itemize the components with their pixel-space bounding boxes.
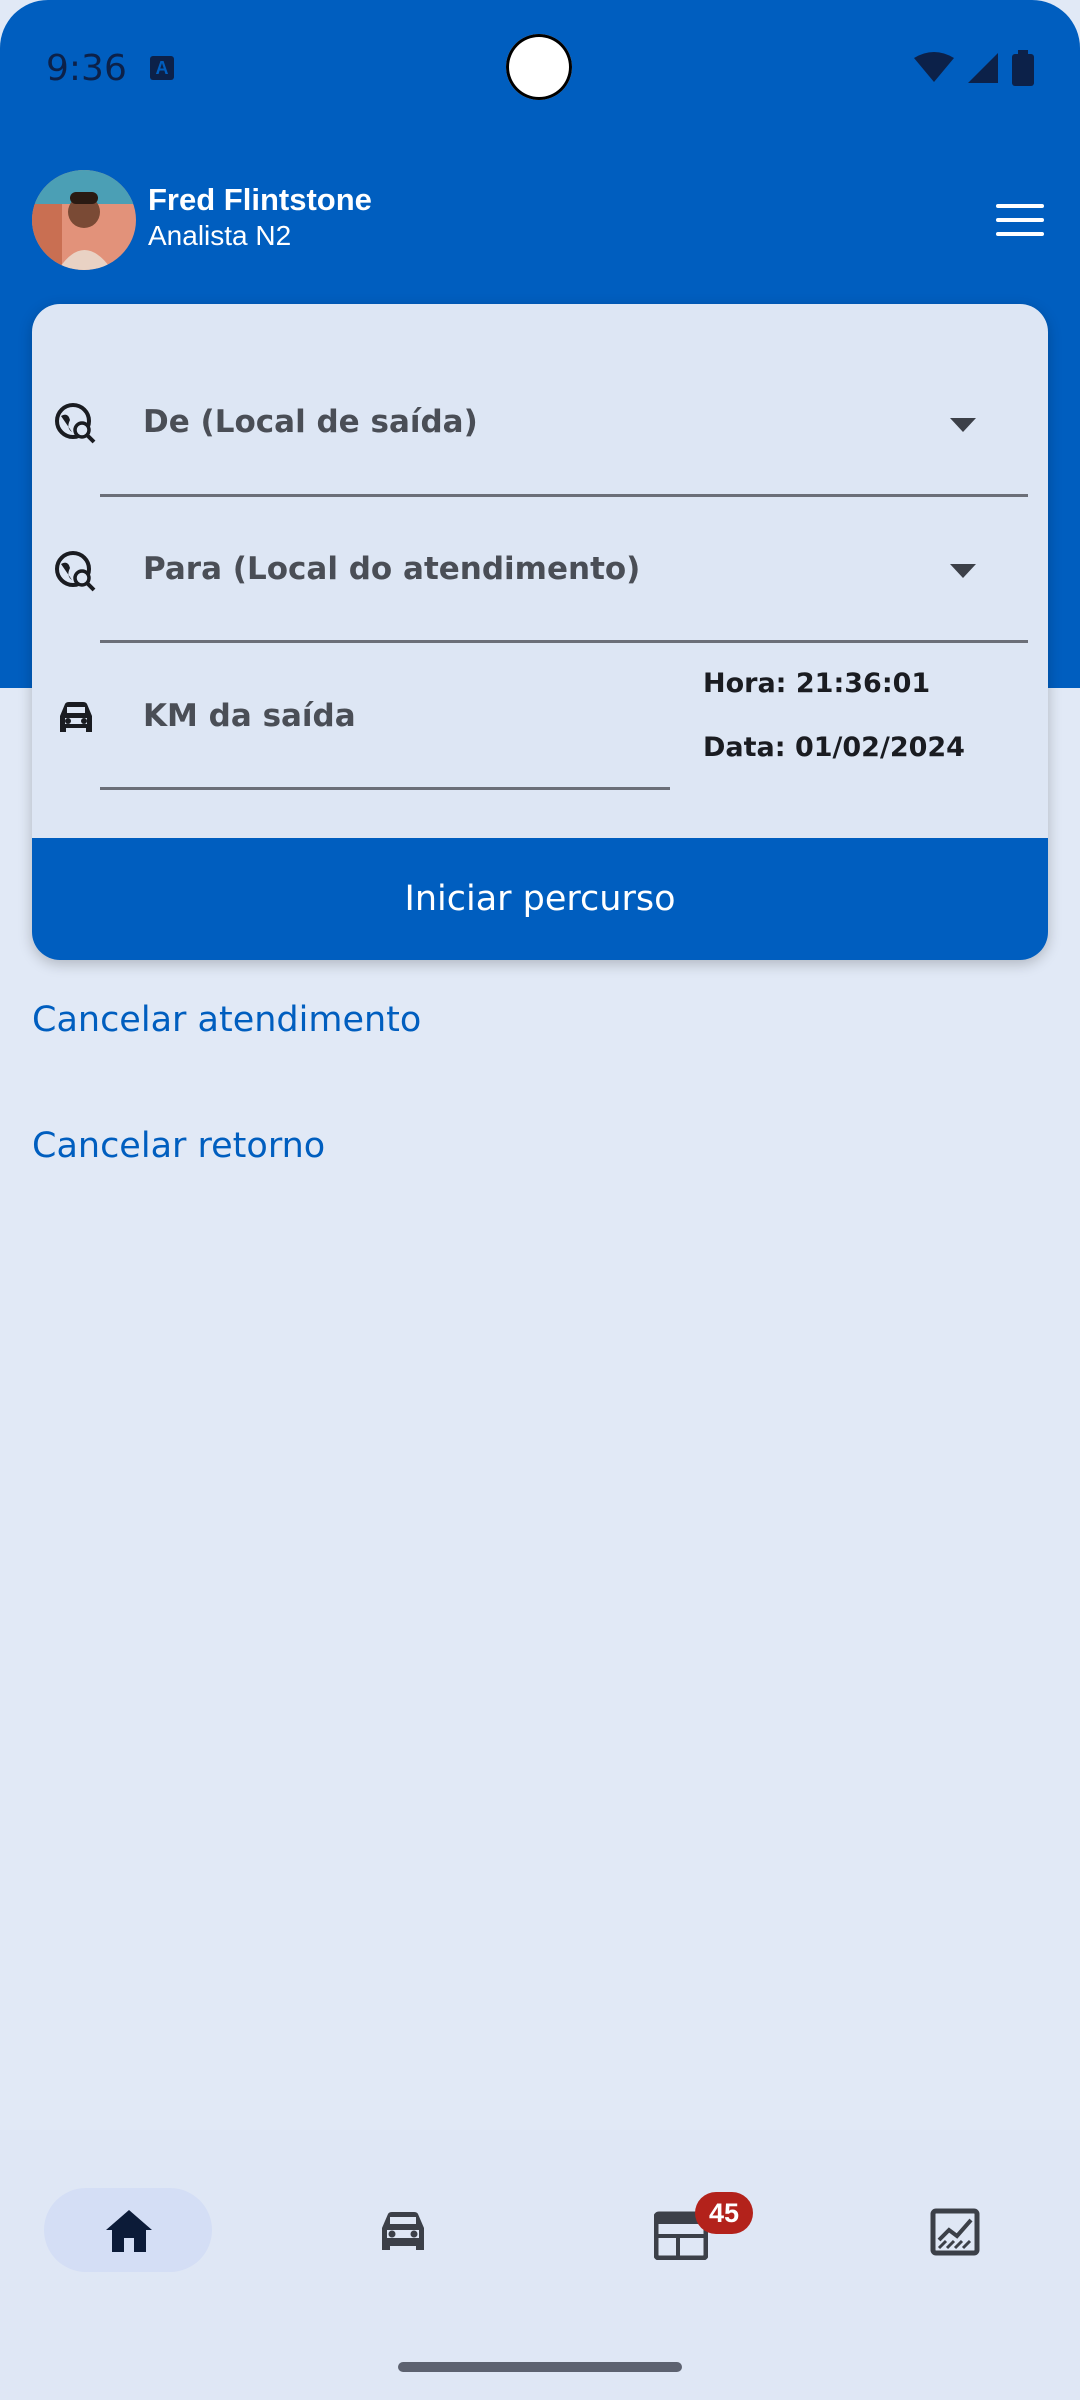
from-underline	[100, 494, 1028, 497]
chart-icon	[930, 2208, 980, 2256]
chevron-down-icon[interactable]	[950, 564, 976, 578]
nav-trips[interactable]	[318, 2188, 486, 2272]
from-location-select[interactable]: De (Local de saída)	[143, 404, 478, 440]
date-text: Data: 01/02/2024	[703, 732, 965, 763]
hamburger-menu-icon[interactable]	[988, 190, 1048, 250]
to-location-select[interactable]: Para (Local do atendimento)	[143, 551, 640, 587]
nav-home[interactable]	[44, 2188, 212, 2272]
a-icon: A	[150, 56, 174, 80]
battery-icon	[1012, 50, 1034, 86]
km-underline	[100, 787, 670, 790]
status-time: 9:36	[46, 48, 127, 89]
route-form-card: De (Local de saída) Para (Local do atend…	[32, 304, 1048, 960]
car-icon	[60, 702, 92, 732]
home-indicator[interactable]	[398, 2362, 682, 2372]
user-role: Analista N2	[148, 220, 292, 251]
car-icon	[382, 2212, 424, 2250]
signal-icon	[968, 53, 998, 83]
bottom-navigation: 45	[0, 2130, 1080, 2400]
home-icon	[106, 2210, 152, 2252]
user-header: Fred Flintstone Analista N2	[32, 170, 1048, 270]
cancel-return-link[interactable]: Cancelar retorno	[32, 1126, 325, 1166]
notification-badge: 45	[695, 2192, 753, 2234]
time-text: Hora: 21:36:01	[703, 668, 931, 699]
status-bar: 9:36 A	[0, 0, 1080, 140]
cancel-service-link[interactable]: Cancelar atendimento	[32, 1000, 421, 1040]
globe-search-icon	[55, 551, 96, 592]
chevron-down-icon[interactable]	[950, 418, 976, 432]
nav-reports[interactable]	[870, 2188, 1038, 2272]
km-input[interactable]: KM da saída	[143, 698, 356, 734]
globe-search-icon	[55, 403, 96, 444]
user-name: Fred Flintstone	[148, 182, 372, 217]
wifi-icon	[914, 52, 954, 82]
camera-cutout	[506, 34, 572, 100]
avatar[interactable]	[32, 170, 136, 270]
to-underline	[100, 640, 1028, 643]
start-route-button[interactable]: Iniciar percurso	[32, 838, 1048, 960]
